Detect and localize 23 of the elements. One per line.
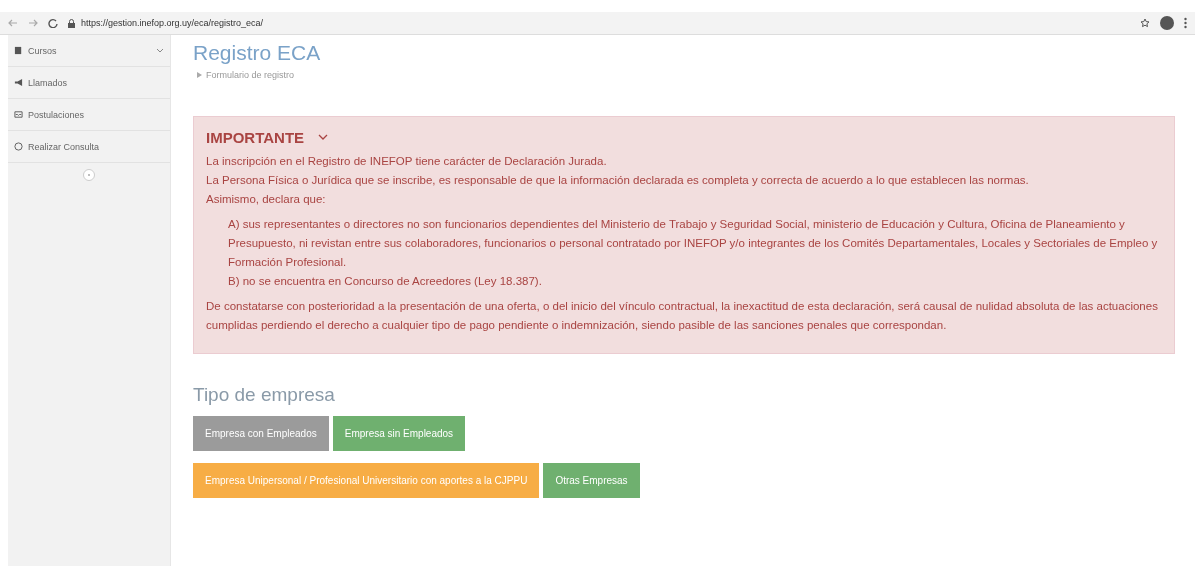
menu-icon[interactable] <box>1184 17 1187 29</box>
avatar-icon[interactable] <box>1160 16 1174 30</box>
inbox-icon <box>14 110 23 119</box>
bullet-icon <box>197 72 202 78</box>
url-text[interactable]: https://gestion.inefop.org.uy/eca/registro_eca/ <box>81 18 264 28</box>
alert-text: La inscripción en el Registro de INEFOP tiene carácter de Declaración Jurada. <box>206 154 608 169</box>
alert-toggle[interactable]: IMPORTANTE <box>206 129 329 146</box>
declaration-item: B) no se encuentra en Concurso de Acreedores (Ley 18.387). <box>228 274 543 289</box>
megaphone-icon <box>14 78 23 87</box>
sidebar-item[interactable]: Llamados <box>8 67 170 99</box>
sidebar-item[interactable]: Postulaciones <box>8 99 170 131</box>
star-icon[interactable] <box>1140 18 1150 28</box>
declaration-item: A) sus representantes o directores no son funcionarios dependientes del Ministerio de Trabajo y Seguridad Social, ministerio de Educación y Cultura, Oficina de Planeamiento y Presupuesto, ni revistan entre sus colaboradores, funcionarios o personal contratado por INEFOP y/o integrantes de los Comités Departamentales, Locales y Sectoriales de Empleo y Formación Profesional. <box>228 217 1159 270</box>
alert-text: De constatarse con posterioridad a la presentación de una oferta, o del inicio del vínculo contractual, la inexactitud de esta declaración, será causal de nulidad absoluta de las actuaciones cumplidas perdiendo el derecho a cualquier tipo de pago pendiente o indemnización, siendo pasible de las sanciones penales que correspondan. <box>206 299 1159 333</box>
sidebar-item[interactable]: Cursos <box>8 35 170 67</box>
breadcrumb: Formulario de registro <box>206 70 295 80</box>
page-title: Registro ECA <box>193 41 322 65</box>
alert-text: La Persona Física o Jurídica que se inscribe, es responsable de que la información declarada es completa y correcta de acuerdo a lo que establecen las normas. <box>206 173 1030 188</box>
reload-icon[interactable] <box>48 18 58 28</box>
alert-text: Asimismo, declara que: <box>206 192 327 207</box>
section-heading: Tipo de empresa <box>193 384 336 406</box>
sidebar-item[interactable]: Realizar Consulta <box>8 131 170 163</box>
lock-icon <box>68 18 75 28</box>
